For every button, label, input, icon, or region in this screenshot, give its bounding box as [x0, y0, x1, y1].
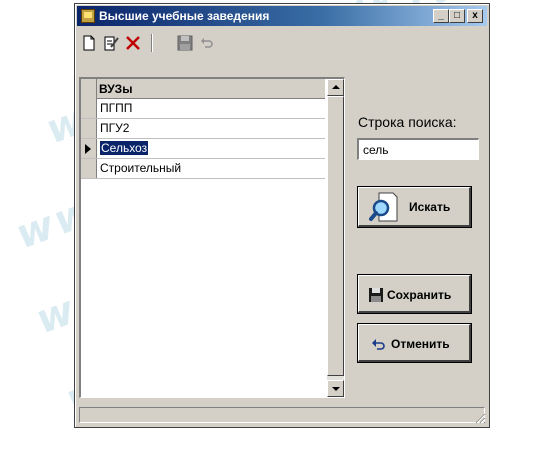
scroll-up-button[interactable] — [327, 79, 344, 96]
table-row[interactable]: ПГПП — [81, 99, 325, 119]
search-input[interactable] — [357, 138, 479, 160]
cancel-button-label: Отменить — [391, 337, 450, 351]
search-button[interactable]: Искать — [357, 186, 472, 228]
edit-document-icon — [104, 36, 119, 51]
scroll-thumb[interactable] — [327, 96, 344, 376]
save-toolbar-button[interactable] — [175, 33, 195, 53]
header-indicator — [81, 79, 97, 99]
undo-icon — [201, 38, 213, 48]
table-cell[interactable]: Сельхоз — [98, 139, 325, 158]
current-row-pointer-icon — [85, 144, 91, 154]
save-icon — [369, 288, 383, 302]
minimize-button[interactable]: _ — [433, 9, 449, 23]
table-row[interactable]: Строительный — [81, 159, 325, 179]
undo-icon — [372, 339, 385, 350]
resize-grip-icon[interactable] — [474, 412, 486, 424]
maximize-button[interactable]: □ — [449, 9, 465, 23]
grid-header: ВУЗы — [81, 79, 325, 99]
search-label: Строка поиска: — [358, 114, 457, 130]
toolbar-separator — [151, 34, 153, 52]
app-icon — [81, 9, 95, 23]
title-bar[interactable]: Высшие учебные заведения _ □ x — [77, 6, 487, 26]
search-button-label: Искать — [409, 200, 451, 214]
save-button-label: Сохранить — [387, 288, 452, 302]
table-row-selected[interactable]: Сельхоз — [81, 139, 325, 159]
delete-icon — [126, 36, 140, 50]
row-indicator — [81, 119, 97, 138]
save-icon — [177, 35, 193, 51]
cancel-button[interactable]: Отменить — [357, 323, 472, 363]
row-indicator — [81, 159, 97, 178]
universities-grid[interactable]: ВУЗы ПГПП ПГУ2 Сельхоз Строительный — [79, 77, 345, 398]
row-indicator — [81, 139, 97, 158]
scroll-down-button[interactable] — [327, 380, 344, 397]
app-window: Высшие учебные заведения _ □ x ВУЗы ПГПП… — [74, 3, 490, 428]
toolbar — [79, 31, 485, 55]
table-row[interactable]: ПГУ2 — [81, 119, 325, 139]
save-button[interactable]: Сохранить — [357, 274, 472, 314]
new-document-icon — [83, 35, 95, 51]
undo-toolbar-button[interactable] — [197, 33, 217, 53]
row-indicator — [81, 99, 97, 118]
close-button[interactable]: x — [467, 9, 483, 23]
search-document-icon — [369, 192, 398, 222]
table-cell[interactable]: ПГПП — [98, 99, 325, 118]
table-cell[interactable]: Строительный — [98, 159, 325, 178]
window-title: Высшие учебные заведения — [99, 9, 270, 23]
status-bar — [79, 407, 485, 423]
edit-button[interactable] — [101, 33, 121, 53]
table-cell[interactable]: ПГУ2 — [98, 119, 325, 138]
delete-button[interactable] — [123, 33, 143, 53]
column-header-vuzy[interactable]: ВУЗы — [99, 82, 132, 96]
new-button[interactable] — [79, 33, 99, 53]
vertical-scrollbar[interactable] — [327, 79, 344, 397]
